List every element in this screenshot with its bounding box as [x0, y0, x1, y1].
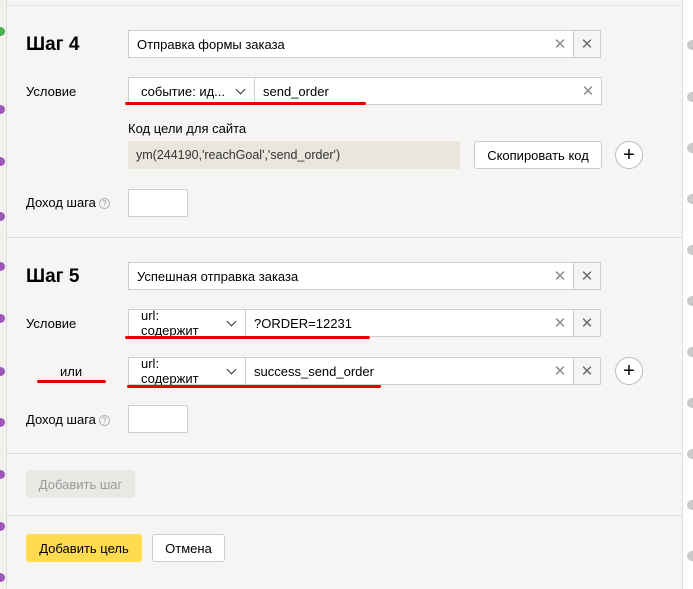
annotation-underline	[125, 102, 366, 105]
clear-icon[interactable]: ✕	[547, 358, 573, 384]
clear-icon[interactable]: ✕	[575, 78, 601, 104]
step-4-name-value: Отправка формы заказа	[137, 36, 285, 52]
step-5-revenue-text: Доход шага	[26, 412, 96, 427]
clear-icon[interactable]: ✕	[547, 310, 573, 336]
step-4-title: Шаг 4	[26, 34, 80, 55]
remove-or-condition-button[interactable]: ✕	[573, 357, 601, 385]
step-4-revenue-input[interactable]	[128, 189, 188, 217]
add-goal-button[interactable]: Добавить цель	[26, 534, 142, 562]
background-toggle-icon	[687, 449, 693, 459]
annotation-underline	[37, 380, 106, 383]
step-5-or-condition-value: success_send_order	[254, 363, 374, 379]
step-4-condition-type-value: событие: ид...	[141, 83, 226, 99]
section-divider	[7, 237, 682, 238]
step-5-name-value: Успешная отправка заказа	[137, 268, 299, 284]
background-toggle-icon	[687, 194, 693, 204]
step-5-condition-type-value: url: содержит	[141, 308, 199, 338]
background-toggle-icon	[687, 347, 693, 357]
step-4-name-field[interactable]: Отправка формы заказа ✕	[128, 30, 574, 58]
step-4-revenue-label: Доход шага?	[26, 195, 110, 210]
help-icon[interactable]: ?	[98, 198, 110, 209]
or-label: или	[60, 364, 83, 379]
background-toggle-icon	[687, 398, 693, 408]
plus-icon: +	[623, 360, 635, 382]
help-icon[interactable]: ?	[98, 415, 110, 426]
step-4-condition-label: Условие	[26, 84, 77, 99]
step-4-condition-value: send_order	[263, 83, 329, 99]
clear-icon[interactable]: ✕	[547, 31, 573, 57]
annotation-underline	[125, 336, 370, 339]
close-icon: ✕	[580, 315, 594, 332]
close-icon: ✕	[580, 268, 594, 285]
remove-step-5-button[interactable]: ✕	[573, 262, 601, 290]
section-divider	[7, 515, 682, 516]
chevron-down-icon	[235, 84, 246, 94]
step-5-condition-type-select[interactable]: url: содержит	[128, 308, 246, 338]
background-toggle-icon	[687, 92, 693, 102]
remove-condition-button[interactable]: ✕	[573, 309, 601, 337]
goal-code-box: ym(244190,'reachGoal','send_order')	[128, 141, 460, 169]
step-5-condition-value: ?ORDER=12231	[254, 315, 352, 331]
close-icon: ✕	[580, 363, 594, 380]
add-step-button[interactable]: Добавить шаг	[26, 470, 135, 498]
step-5-title: Шаг 5	[26, 266, 80, 287]
step-5-condition-label: Условие	[26, 316, 77, 331]
background-toggle-icon	[687, 296, 693, 306]
background-toggle-icon	[687, 143, 693, 153]
step-5-or-condition-value-field[interactable]: success_send_order ✕	[245, 357, 574, 385]
close-icon: ✕	[580, 36, 594, 53]
step-5-or-condition-type-value: url: содержит	[141, 356, 199, 386]
background-toggle-icon	[687, 551, 693, 561]
section-divider	[7, 453, 682, 454]
step-4-revenue-text: Доход шага	[26, 195, 96, 210]
step-4-condition-value-field[interactable]: send_order ✕	[254, 77, 602, 105]
step-5-name-field[interactable]: Успешная отправка заказа ✕	[128, 262, 574, 290]
background-toggle-icon	[687, 500, 693, 510]
step-5-revenue-label: Доход шага?	[26, 412, 110, 427]
clear-icon[interactable]: ✕	[547, 263, 573, 289]
add-condition-button[interactable]: +	[615, 141, 643, 169]
annotation-underline	[127, 385, 381, 388]
goal-code-label: Код цели для сайта	[128, 121, 247, 136]
cancel-button[interactable]: Отмена	[152, 534, 225, 562]
step-5-condition-value-field[interactable]: ?ORDER=12231 ✕	[245, 309, 574, 337]
goal-steps-dialog: Шаг 4 Отправка формы заказа ✕ ✕ Условие …	[6, 0, 683, 589]
chevron-down-icon	[226, 364, 237, 374]
divider	[7, 5, 682, 6]
chevron-down-icon	[226, 316, 237, 326]
step-4-condition-type-select[interactable]: событие: ид...	[128, 77, 255, 105]
goal-code-value: ym(244190,'reachGoal','send_order')	[136, 148, 341, 162]
add-or-condition-button[interactable]: +	[615, 357, 643, 385]
copy-code-button[interactable]: Скопировать код	[474, 141, 602, 169]
background-toggle-icon	[687, 245, 693, 255]
step-5-revenue-input[interactable]	[128, 405, 188, 433]
step-5-or-condition-type-select[interactable]: url: содержит	[128, 356, 246, 386]
plus-icon: +	[623, 144, 635, 166]
background-toggle-icon	[687, 40, 693, 50]
remove-step-4-button[interactable]: ✕	[573, 30, 601, 58]
